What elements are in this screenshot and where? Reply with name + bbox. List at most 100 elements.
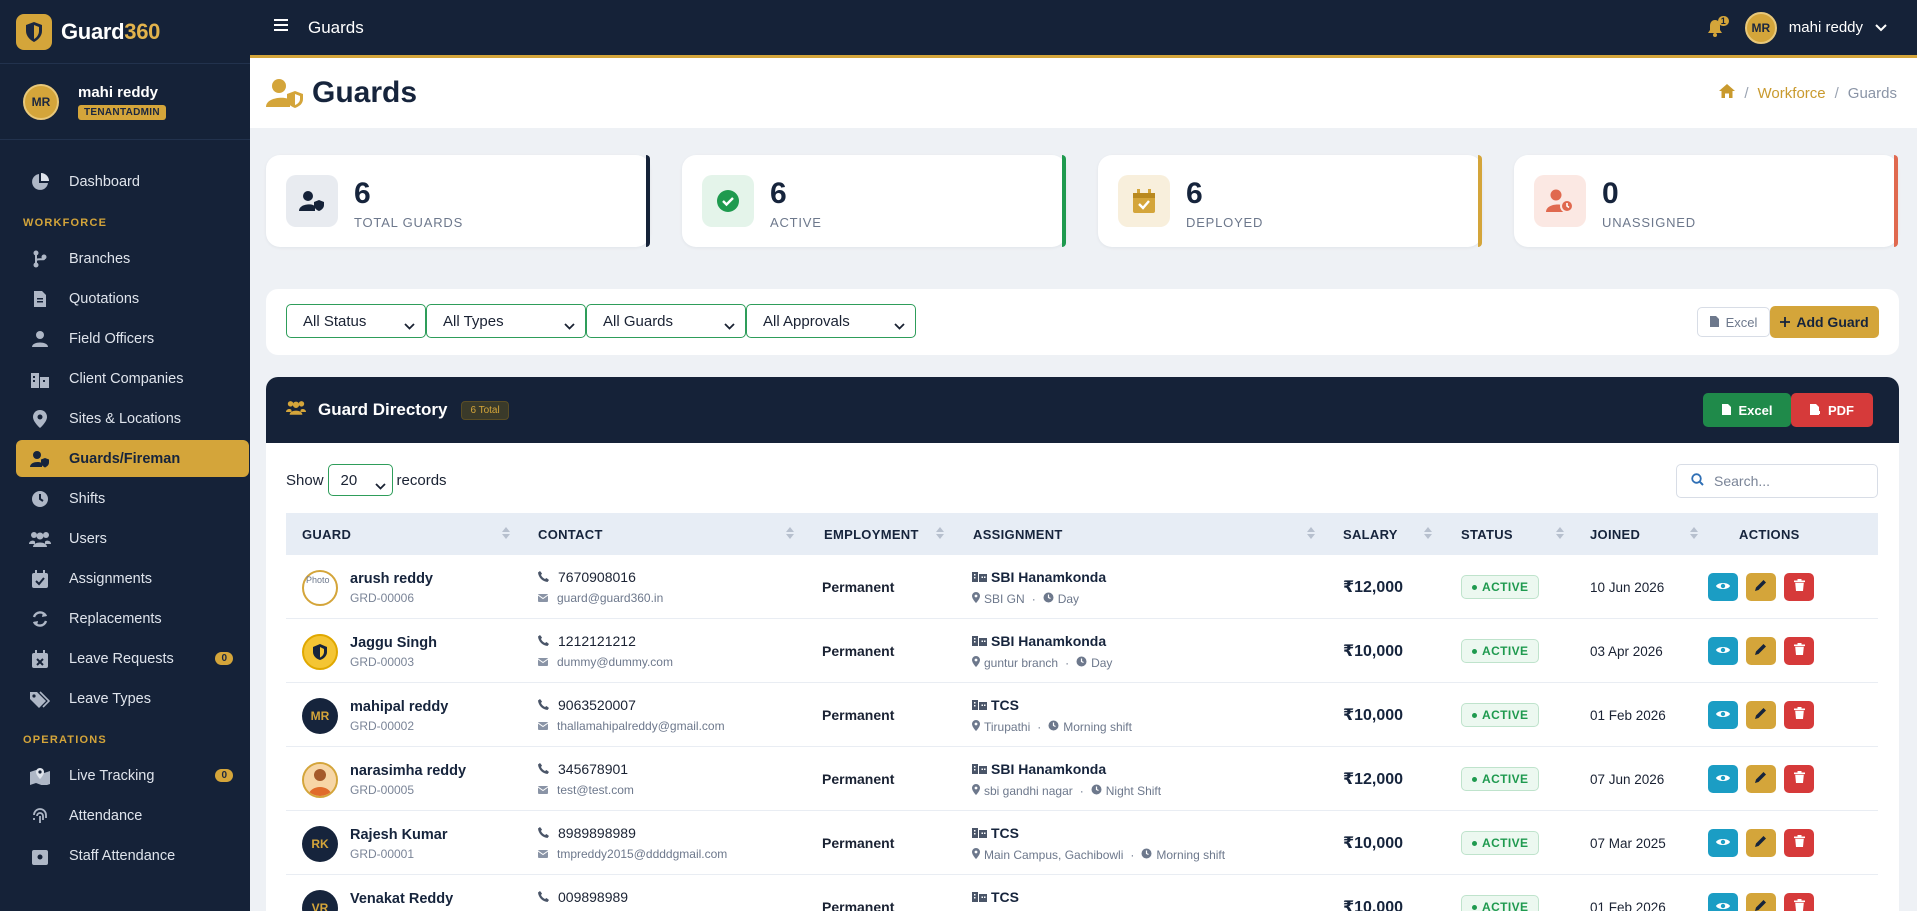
home-icon[interactable] bbox=[1719, 84, 1736, 102]
sidebar-item-live-tracking[interactable]: Live Tracking 0 bbox=[16, 757, 249, 794]
sidebar-item-attendance[interactable]: Attendance bbox=[16, 797, 249, 834]
sidebar-item-users[interactable]: Users bbox=[16, 520, 249, 557]
hamburger-menu-icon[interactable] bbox=[274, 18, 292, 37]
guard-name[interactable]: arush reddy bbox=[350, 571, 433, 587]
user-avatar[interactable]: MR bbox=[1744, 11, 1777, 44]
column-employment[interactable]: EMPLOYMENT bbox=[824, 513, 919, 555]
assignment-site: SBI Hanamkonda bbox=[972, 761, 1106, 777]
sidebar-item-replacements[interactable]: Replacements bbox=[16, 600, 249, 637]
add-guard-button[interactable]: Add Guard bbox=[1770, 306, 1879, 338]
brand[interactable]: Guard360 bbox=[0, 0, 250, 64]
sidebar-item-sites-locations[interactable]: Sites & Locations bbox=[16, 400, 249, 437]
view-button[interactable] bbox=[1708, 573, 1738, 601]
edit-button[interactable] bbox=[1746, 573, 1776, 601]
sidebar-item-dashboard[interactable]: Dashboard bbox=[16, 163, 249, 200]
view-button[interactable] bbox=[1708, 701, 1738, 729]
sidebar-item-guards-fireman[interactable]: Guards/Fireman bbox=[16, 440, 249, 477]
chevron-down-icon[interactable] bbox=[1875, 19, 1887, 37]
column-joined[interactable]: JOINED bbox=[1590, 513, 1640, 555]
user-menu-name[interactable]: mahi reddy bbox=[1789, 19, 1863, 36]
phone-icon bbox=[538, 633, 558, 649]
delete-button[interactable] bbox=[1784, 637, 1814, 665]
sidebar-item-field-officers[interactable]: Field Officers bbox=[16, 320, 249, 357]
column-status[interactable]: STATUS bbox=[1461, 513, 1513, 555]
edit-button[interactable] bbox=[1746, 701, 1776, 729]
building-icon bbox=[972, 761, 991, 777]
edit-button[interactable] bbox=[1746, 637, 1776, 665]
calendar-check-icon bbox=[1118, 175, 1170, 227]
stat-label: ACTIVE bbox=[770, 214, 822, 230]
sort-icon[interactable] bbox=[786, 527, 794, 542]
guard-name[interactable]: Rajesh Kumar bbox=[350, 827, 448, 843]
phone-icon bbox=[538, 825, 558, 841]
view-button[interactable] bbox=[1708, 637, 1738, 665]
guard-filter-select[interactable]: All Guards bbox=[586, 304, 746, 338]
edit-button[interactable] bbox=[1746, 893, 1776, 911]
page-size-control: Show 20 records bbox=[286, 464, 447, 496]
status-badge: ACTIVE bbox=[1461, 639, 1540, 663]
guard-name[interactable]: Venakat Reddy bbox=[350, 891, 453, 907]
approval-filter-select[interactable]: All Approvals bbox=[746, 304, 916, 338]
export-excel-button[interactable]: Excel bbox=[1697, 307, 1770, 337]
sidebar-item-staff-attendance[interactable]: Staff Attendance bbox=[16, 837, 249, 874]
sidebar-item-assignments[interactable]: Assignments bbox=[16, 560, 249, 597]
table-row: RK Rajesh Kumar GRD-00001 8989898989 tmpredd… bbox=[286, 811, 1878, 875]
employment-type: Permanent bbox=[822, 579, 895, 595]
guard-name[interactable]: narasimha reddy bbox=[350, 763, 466, 779]
sort-icon[interactable] bbox=[1424, 527, 1432, 542]
employment-type: Permanent bbox=[822, 643, 895, 659]
directory-excel-button[interactable]: Excel bbox=[1703, 393, 1791, 427]
type-filter-select[interactable]: All Types bbox=[426, 304, 586, 338]
status-badge: ACTIVE bbox=[1461, 767, 1540, 791]
page-size-select[interactable]: 20 bbox=[327, 464, 393, 496]
guard-name[interactable]: mahipal reddy bbox=[350, 699, 448, 715]
column-contact[interactable]: CONTACT bbox=[538, 513, 603, 555]
status-filter-select[interactable]: All Status bbox=[286, 304, 426, 338]
delete-button[interactable] bbox=[1784, 765, 1814, 793]
sort-icon[interactable] bbox=[502, 527, 510, 542]
sidebar-item-shifts[interactable]: Shifts bbox=[16, 480, 249, 517]
edit-button[interactable] bbox=[1746, 765, 1776, 793]
delete-button[interactable] bbox=[1784, 893, 1814, 911]
sidebar-item-quotations[interactable]: Quotations bbox=[16, 280, 249, 317]
stat-label: TOTAL GUARDS bbox=[354, 214, 464, 230]
sort-icon[interactable] bbox=[1690, 527, 1698, 542]
delete-button[interactable] bbox=[1784, 701, 1814, 729]
sidebar-item-client-companies[interactable]: Client Companies bbox=[16, 360, 249, 397]
map-pin-icon bbox=[972, 784, 980, 798]
pencil-icon bbox=[1755, 642, 1767, 660]
refresh-icon bbox=[29, 609, 51, 629]
sidebar-item-leave-types[interactable]: Leave Types bbox=[16, 680, 249, 717]
sort-icon[interactable] bbox=[1556, 527, 1564, 542]
chevron-down-icon bbox=[724, 317, 735, 334]
notification-bell-icon[interactable]: 1 bbox=[1707, 15, 1729, 37]
delete-button[interactable] bbox=[1784, 573, 1814, 601]
view-button[interactable] bbox=[1708, 765, 1738, 793]
stat-card-deployed: 6 DEPLOYED bbox=[1098, 155, 1482, 247]
avatar: MR bbox=[23, 83, 59, 120]
search-input[interactable]: Search... bbox=[1676, 464, 1878, 498]
column-salary[interactable]: SALARY bbox=[1343, 513, 1398, 555]
column-guard[interactable]: GUARD bbox=[302, 513, 351, 555]
stat-card-unassigned: 0 UNASSIGNED bbox=[1514, 155, 1898, 247]
envelope-icon bbox=[537, 847, 557, 861]
employment-type: Permanent bbox=[822, 899, 895, 911]
eye-icon bbox=[1716, 578, 1730, 596]
envelope-icon bbox=[537, 591, 557, 605]
edit-button[interactable] bbox=[1746, 829, 1776, 857]
guard-name[interactable]: Jaggu Singh bbox=[350, 635, 437, 651]
document-icon bbox=[29, 289, 51, 309]
breadcrumb-workforce[interactable]: Workforce bbox=[1758, 85, 1826, 102]
column-assignment[interactable]: ASSIGNMENT bbox=[973, 513, 1063, 555]
view-button[interactable] bbox=[1708, 893, 1738, 911]
directory-pdf-button[interactable]: PDF bbox=[1791, 393, 1873, 427]
sidebar-item-leave-requests[interactable]: Leave Requests 0 bbox=[16, 640, 249, 677]
delete-button[interactable] bbox=[1784, 829, 1814, 857]
view-button[interactable] bbox=[1708, 829, 1738, 857]
avatar: VR bbox=[302, 890, 338, 911]
sort-icon[interactable] bbox=[1307, 527, 1315, 542]
stat-value: 6 bbox=[1186, 176, 1203, 210]
sort-icon[interactable] bbox=[936, 527, 944, 542]
eye-icon bbox=[1716, 706, 1730, 724]
sidebar-item-branches[interactable]: Branches bbox=[16, 240, 249, 277]
